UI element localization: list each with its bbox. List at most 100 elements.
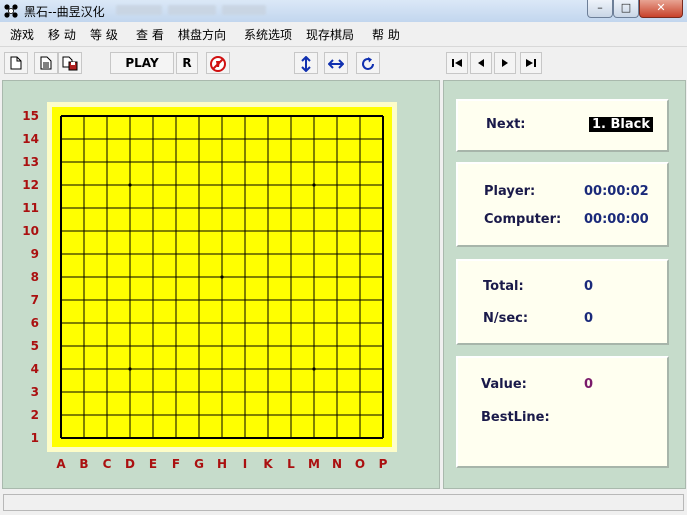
- flip-vertical-button[interactable]: [294, 52, 318, 74]
- app-icon: [4, 4, 18, 18]
- blurred-tab: [116, 5, 162, 15]
- bestline-label: BestLine:: [481, 410, 550, 425]
- column-label: F: [172, 457, 180, 471]
- nav-last-button[interactable]: [520, 52, 542, 74]
- total-value: 0: [584, 279, 594, 294]
- no-entry-icon: [210, 56, 226, 72]
- row-label: 6: [31, 316, 39, 330]
- open-document-icon: [40, 56, 52, 70]
- total-label: Total:: [483, 279, 524, 294]
- column-label: L: [287, 457, 295, 471]
- row-label: 8: [31, 270, 39, 284]
- column-label: D: [125, 457, 135, 471]
- horizontal-arrows-icon: [328, 59, 344, 69]
- nav-prev-button[interactable]: [470, 52, 492, 74]
- row-label: 15: [22, 109, 39, 123]
- status-text: [3, 494, 684, 511]
- player-label: Player:: [484, 184, 536, 199]
- window-title: 黑石--曲昱汉化: [24, 5, 105, 19]
- nsec-label: N/sec:: [483, 311, 529, 326]
- skip-first-icon: [452, 59, 462, 67]
- minimize-button[interactable]: –: [587, 0, 613, 18]
- value-label: Value:: [481, 377, 527, 392]
- gomoku-board[interactable]: 15 14 13 12 11 10 9 8 7 6 5 4 3 2 1 A B C D E F G H I K L M N O P: [3, 81, 439, 488]
- maximize-button[interactable]: □: [613, 0, 639, 18]
- app-window: 黑石--曲昱汉化 – □ ✕ 游戏 移 动 等 级 查 看 棋盘方向 系统选项 …: [0, 0, 687, 515]
- toolbar: PLAY R: [0, 46, 687, 79]
- row-label: 11: [22, 201, 39, 215]
- column-label: P: [379, 457, 388, 471]
- row-label: 1: [31, 431, 39, 445]
- skip-last-icon: [526, 59, 536, 67]
- computer-label: Computer:: [484, 212, 562, 227]
- star-point: [312, 183, 316, 187]
- search-stats-box: Total: 0 N/sec: 0: [456, 259, 669, 345]
- blurred-tab: [222, 5, 266, 15]
- row-label: 9: [31, 247, 39, 261]
- next-box: Next: 1. Black: [456, 99, 669, 152]
- column-label: I: [243, 457, 247, 471]
- menu-bar: 游戏 移 动 等 级 查 看 棋盘方向 系统选项 现存棋局 帮 助: [0, 22, 687, 44]
- save-icon: [62, 56, 78, 71]
- row-label: 4: [31, 362, 39, 376]
- rotate-icon: [362, 57, 374, 70]
- blurred-tab: [168, 5, 216, 15]
- status-bar: [0, 491, 687, 515]
- column-label: N: [332, 457, 342, 471]
- nav-next-button[interactable]: [494, 52, 516, 74]
- play-button[interactable]: PLAY: [110, 52, 174, 74]
- player-time: 00:00:02: [584, 184, 649, 199]
- next-label: Next:: [486, 117, 526, 132]
- time-box: Player: 00:00:02 Computer: 00:00:00: [456, 162, 669, 247]
- close-button[interactable]: ✕: [639, 0, 683, 18]
- info-panel: Next: 1. Black Player: 00:00:02 Computer…: [443, 80, 686, 489]
- menu-help[interactable]: 帮 助: [372, 26, 400, 43]
- menu-game[interactable]: 游戏: [10, 26, 34, 43]
- row-label: 5: [31, 339, 39, 353]
- stop-button[interactable]: [206, 52, 230, 74]
- column-label: C: [103, 457, 112, 471]
- evaluation-box: Value: 0 BestLine:: [456, 356, 669, 468]
- menu-board-orientation[interactable]: 棋盘方向: [178, 26, 226, 43]
- nav-first-button[interactable]: [446, 52, 468, 74]
- save-button[interactable]: [58, 52, 82, 74]
- next-value: 1. Black: [589, 117, 653, 132]
- column-label: B: [79, 457, 88, 471]
- title-bar: 黑石--曲昱汉化 – □ ✕: [0, 0, 687, 22]
- open-button[interactable]: [34, 52, 58, 74]
- row-label: 13: [22, 155, 39, 169]
- row-label: 14: [22, 132, 39, 146]
- star-point: [220, 275, 224, 279]
- next-icon: [502, 59, 508, 67]
- row-label: 7: [31, 293, 39, 307]
- star-point: [128, 183, 132, 187]
- column-label: G: [194, 457, 204, 471]
- menu-level[interactable]: 等 级: [90, 26, 118, 43]
- menu-options[interactable]: 系统选项: [244, 26, 292, 43]
- row-label: 3: [31, 385, 39, 399]
- row-label: 12: [22, 178, 39, 192]
- new-button[interactable]: [4, 52, 28, 74]
- row-label: 10: [22, 224, 39, 238]
- new-document-icon: [10, 56, 22, 70]
- menu-view[interactable]: 查 看: [136, 26, 164, 43]
- computer-time: 00:00:00: [584, 212, 649, 227]
- menu-move[interactable]: 移 动: [48, 26, 76, 43]
- value-value: 0: [584, 377, 594, 392]
- column-label: A: [56, 457, 66, 471]
- star-point: [312, 367, 316, 371]
- row-label: 2: [31, 408, 39, 422]
- vertical-arrows-icon: [301, 56, 311, 72]
- menu-saved-games[interactable]: 现存棋局: [306, 26, 354, 43]
- previous-icon: [478, 59, 484, 67]
- column-label: O: [355, 457, 365, 471]
- column-label: H: [217, 457, 227, 471]
- flip-horizontal-button[interactable]: [324, 52, 348, 74]
- nsec-value: 0: [584, 311, 594, 326]
- star-point: [128, 367, 132, 371]
- column-label: E: [149, 457, 157, 471]
- r-button[interactable]: R: [176, 52, 198, 74]
- column-label: K: [263, 457, 273, 471]
- column-label: M: [308, 457, 320, 471]
- rotate-button[interactable]: [356, 52, 380, 74]
